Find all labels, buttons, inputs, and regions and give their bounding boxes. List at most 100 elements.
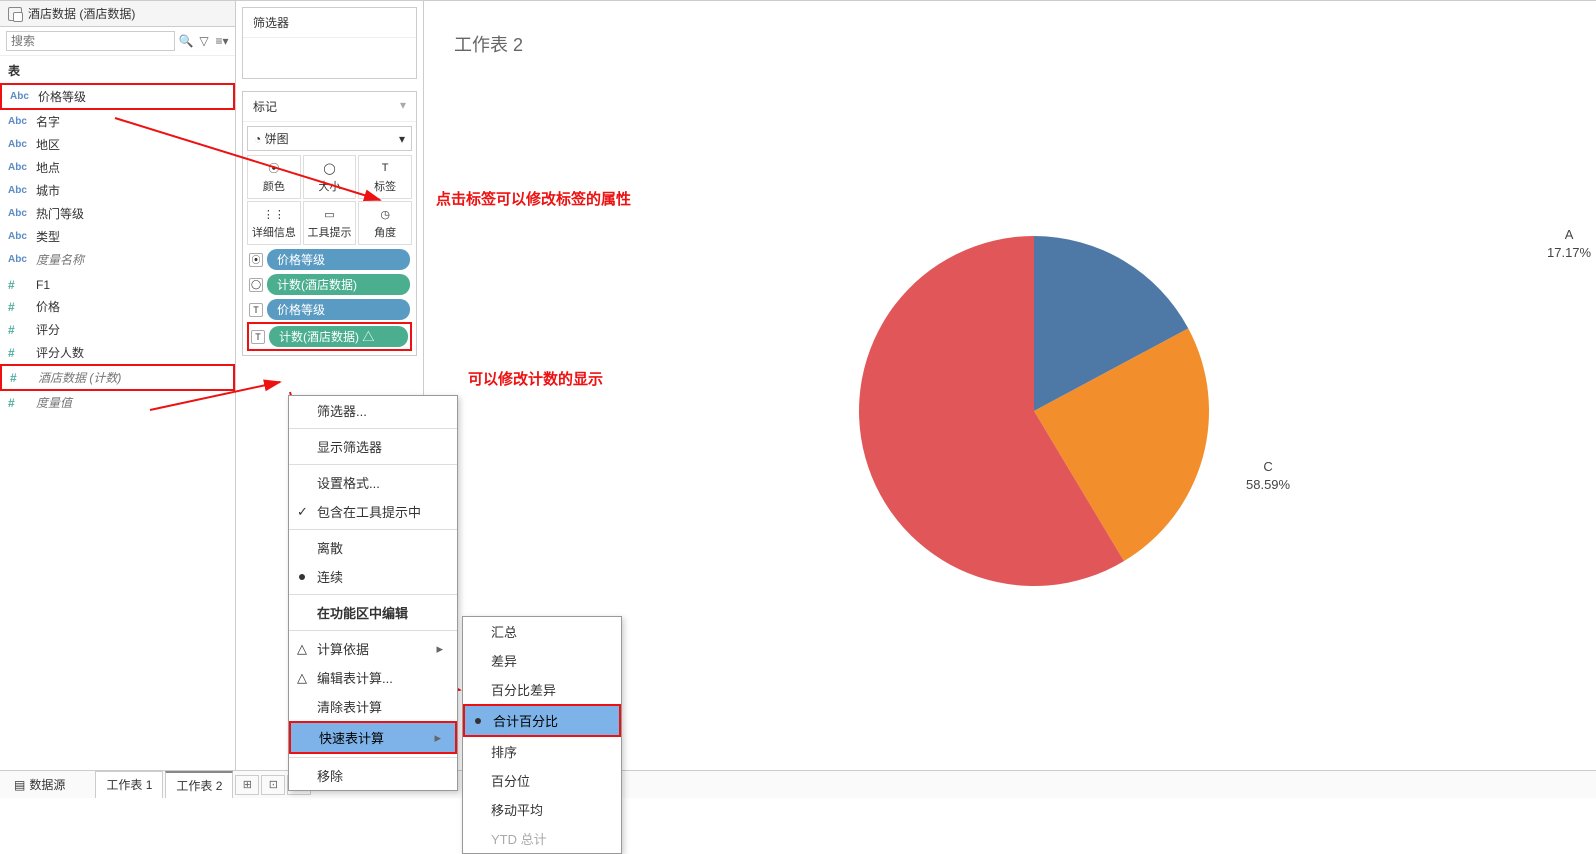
sheet-tab-工作表 2[interactable]: 工作表 2 — [165, 771, 233, 798]
menu-item-连续[interactable]: 连续 — [289, 562, 457, 591]
field-label: 评分 — [36, 321, 227, 338]
submenu-item-差异[interactable]: 差异 — [463, 646, 621, 675]
marks-shelf: 标记 ▾ ◔ 饼图 ▾ ⦿颜色◯大小T标签 ⋮⋮详细信息 ▭ 工具提示 ◷角度 ⦿ 价格等… — [242, 91, 417, 356]
field-酒店数据 (计数)[interactable]: #酒店数据 (计数) — [0, 364, 235, 391]
marks-title: 标记 — [253, 98, 277, 115]
submenu-item-汇总[interactable]: 汇总 — [463, 617, 621, 646]
table-section-label: 表 — [0, 56, 235, 81]
chevron-down-icon: ▾ — [399, 132, 405, 146]
mark-card-icon: ▭ — [322, 206, 338, 222]
search-input[interactable] — [6, 31, 175, 51]
search-icon[interactable]: 🔍 — [179, 34, 193, 48]
data-source-tab[interactable]: ▤ 数据源 — [6, 772, 73, 797]
sheet-title[interactable]: 工作表 2 — [454, 31, 1576, 57]
mark-card-label: 大小 — [319, 178, 341, 194]
menu-item-label: 在功能区中编辑 — [317, 603, 408, 622]
menu-item-显示筛选器[interactable]: 显示筛选器 — [289, 432, 457, 461]
pill-type-icon: T — [249, 303, 263, 317]
menu-item-label: 编辑表计算... — [317, 668, 393, 687]
submenu-arrow-icon: ▸ — [434, 730, 441, 746]
mark-type-dropdown[interactable]: ◔ 饼图 ▾ — [247, 126, 412, 151]
abc-type-icon: Abc — [8, 231, 28, 242]
field-label: 类型 — [36, 228, 227, 245]
mark-card-详细信息[interactable]: ⋮⋮详细信息 — [247, 201, 301, 245]
field-热门等级[interactable]: Abc热门等级 — [0, 202, 235, 225]
mark-card-工具提示[interactable]: ▭ 工具提示 — [303, 201, 357, 245]
number-type-icon: # — [8, 346, 28, 360]
mark-card-icon: ◷ — [377, 206, 393, 222]
submenu-item-YTD 总计: YTD 总计 — [463, 824, 621, 853]
mark-card-icon: T — [377, 160, 393, 176]
pill-type-icon: ⦿ — [249, 253, 263, 267]
field-label: 价格 — [36, 298, 227, 315]
data-source-icon — [8, 7, 22, 21]
pill-row: T 价格等级 — [247, 297, 412, 322]
mark-card-角度[interactable]: ◷角度 — [358, 201, 412, 245]
pill-计数(酒店数据) △[interactable]: 计数(酒店数据) △ — [269, 326, 408, 347]
menu-item-label: 连续 — [317, 567, 343, 586]
submenu-item-百分比差异[interactable]: 百分比差异 — [463, 675, 621, 704]
field-名字[interactable]: Abc名字 — [0, 110, 235, 133]
new-dashboard-icon[interactable]: ⊡ — [261, 775, 285, 795]
field-评分[interactable]: #评分 — [0, 318, 235, 341]
menu-item-移除[interactable]: 移除 — [289, 761, 457, 790]
submenu-item-label: 合计百分比 — [493, 711, 558, 730]
mark-card-颜色[interactable]: ⦿颜色 — [247, 155, 301, 199]
menu-item-离散[interactable]: 离散 — [289, 533, 457, 562]
pill-row: ◯计数(酒店数据) — [247, 272, 412, 297]
field-评分人数[interactable]: #评分人数 — [0, 341, 235, 364]
submenu-item-label: 百分位 — [491, 771, 530, 790]
filter-icon[interactable]: ▽ — [197, 34, 211, 48]
mark-card-标签[interactable]: T标签 — [358, 155, 412, 199]
pill-价格等级[interactable]: 价格等级 — [267, 249, 410, 270]
pie-label-A: A17.17% — [1547, 226, 1591, 262]
menu-item-设置格式...[interactable]: 设置格式... — [289, 468, 457, 497]
pill-row: T 计数(酒店数据) △ — [247, 322, 412, 351]
view-icon[interactable]: ≡▾ — [215, 34, 229, 48]
submenu-item-label: YTD 总计 — [491, 829, 547, 848]
field-城市[interactable]: Abc城市 — [0, 179, 235, 202]
pie-chart[interactable] — [844, 221, 1224, 604]
menu-item-在功能区中编辑[interactable]: 在功能区中编辑 — [289, 598, 457, 627]
pill-type-icon: T — [251, 330, 265, 344]
field-类型[interactable]: Abc 类型 — [0, 225, 235, 248]
field-F1[interactable]: #F1 — [0, 275, 235, 295]
field-度量值[interactable]: #度量值 — [0, 391, 235, 414]
field-label: 地点 — [36, 159, 227, 176]
submenu-item-合计百分比[interactable]: 合计百分比 — [463, 704, 621, 737]
field-地点[interactable]: Abc 地点 — [0, 156, 235, 179]
mark-card-大小[interactable]: ◯大小 — [303, 155, 357, 199]
data-source-tab-label: 数据源 — [29, 776, 65, 793]
number-type-icon: # — [8, 278, 28, 292]
field-label: 热门等级 — [36, 205, 227, 222]
pill-计数(酒店数据)[interactable]: 计数(酒店数据) — [267, 274, 410, 295]
field-价格[interactable]: #价格 — [0, 295, 235, 318]
abc-type-icon: Abc — [8, 162, 28, 173]
field-label: 价格等级 — [38, 88, 225, 105]
data-source-name: 酒店数据 (酒店数据) — [28, 5, 135, 22]
menu-item-包含在工具提示中[interactable]: ✓包含在工具提示中 — [289, 497, 457, 526]
submenu-item-排序[interactable]: 排序 — [463, 737, 621, 766]
new-sheet-icon[interactable]: ⊞ — [235, 775, 259, 795]
abc-type-icon: Abc — [10, 91, 30, 102]
data-source-header[interactable]: 酒店数据 (酒店数据) — [0, 1, 235, 27]
pill-价格等级[interactable]: 价格等级 — [267, 299, 410, 320]
menu-item-筛选器...[interactable]: 筛选器... — [289, 396, 457, 425]
field-价格等级[interactable]: Abc 价格等级 — [0, 83, 235, 110]
menu-item-label: 筛选器... — [317, 401, 367, 420]
submenu-item-百分位[interactable]: 百分位 — [463, 766, 621, 795]
menu-item-计算依据[interactable]: △计算依据▸ — [289, 634, 457, 663]
mark-card-label: 工具提示 — [308, 224, 352, 240]
menu-item-快速表计算[interactable]: 快速表计算▸ — [289, 721, 457, 754]
submenu-item-移动平均[interactable]: 移动平均 — [463, 795, 621, 824]
filters-shelf[interactable]: 筛选器 — [242, 7, 417, 79]
menu-item-清除表计算[interactable]: 清除表计算 — [289, 692, 457, 721]
field-度量名称[interactable]: Abc度量名称 — [0, 248, 235, 271]
submenu-item-label: 汇总 — [491, 622, 517, 641]
abc-type-icon: Abc — [8, 139, 28, 150]
field-地区[interactable]: Abc地区 — [0, 133, 235, 156]
sheet-tab-工作表 1[interactable]: 工作表 1 — [95, 771, 163, 798]
menu-item-label: 计算依据 — [317, 639, 369, 658]
collapse-icon[interactable]: ▾ — [400, 98, 406, 115]
menu-item-编辑表计算...[interactable]: △编辑表计算... — [289, 663, 457, 692]
